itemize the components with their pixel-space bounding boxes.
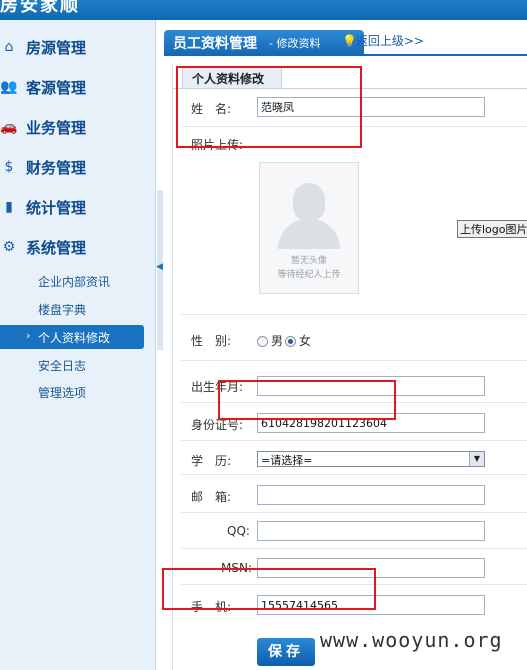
lightbulb-icon: 💡 [342, 34, 357, 48]
gender-female-radio[interactable] [285, 336, 296, 347]
sidebar-subitem-admin-options[interactable]: 管理选项 [0, 380, 144, 404]
education-select[interactable]: =请选择= ▼ [257, 451, 485, 467]
education-selected-value: =请选择= [261, 454, 313, 467]
sidebar: ⌂ 房源管理 👥 客源管理 🚗 业务管理 $ 财务管理 ▮ 统计管理 ⚙ 系统管… [0, 20, 156, 670]
users-icon: 👥 [0, 79, 18, 95]
sidebar-subitem-profile-edit[interactable]: › 个人资料修改 [0, 325, 144, 349]
sidebar-item-label: 统计管理 [26, 199, 87, 217]
house-icon: ⌂ [4, 39, 14, 55]
row-divider [181, 440, 527, 441]
row-divider [181, 548, 527, 549]
avatar-caption: 暂无头像 [290, 256, 327, 266]
sidebar-item-label: 房源管理 [26, 39, 87, 57]
chevron-down-icon: ▼ [469, 452, 484, 466]
email-label: 邮 箱: [191, 490, 232, 504]
gender-female-label: 女 [299, 334, 312, 348]
sidebar-subitem-news[interactable]: 企业内部资讯 [0, 269, 144, 293]
gender-male-radio[interactable] [257, 336, 268, 347]
highlight-name-box [176, 66, 362, 148]
highlight-mobile-box [162, 568, 376, 610]
sidebar-item-label: 客源管理 [26, 79, 87, 97]
chevron-right-icon: › [26, 329, 31, 342]
watermark: www.wooyun.org [320, 628, 503, 652]
top-banner: 房安家顺 [0, 0, 527, 20]
sidebar-item-finance[interactable]: $ 财务管理 [0, 155, 150, 179]
gender-label: 性 别: [191, 334, 232, 348]
upload-logo-button[interactable]: 上传logo图片 [457, 220, 527, 238]
qq-label: QQ: [227, 524, 250, 538]
page-title: 员工资料管理 [173, 36, 257, 52]
sidebar-item-label: 系统管理 [26, 239, 87, 257]
sidebar-subitem-label: 管理选项 [38, 386, 87, 400]
save-button[interactable]: 保存 [257, 638, 315, 666]
row-divider [181, 360, 527, 361]
sidebar-item-business[interactable]: 🚗 业务管理 [0, 115, 150, 139]
sidebar-item-property[interactable]: ⌂ 房源管理 [0, 35, 150, 59]
app-title: 房安家顺 [0, 0, 80, 16]
money-icon: $ [4, 159, 14, 175]
page-subtitle: - 修改资料 [269, 37, 321, 50]
sidebar-subitem-building-dictionary[interactable]: 楼盘字典 [0, 297, 144, 321]
collapse-arrow-icon: ◀ [156, 262, 163, 272]
sidebar-subitem-label: 企业内部资讯 [38, 275, 111, 289]
avatar-placeholder: 暂无头像 等待经纪人上传 [259, 162, 359, 294]
sidebar-subitem-label: 个人资料修改 [38, 331, 111, 345]
sidebar-item-label: 财务管理 [26, 159, 87, 177]
row-divider [181, 512, 527, 513]
gender-male-label: 男 [271, 334, 284, 348]
back-link-label: 返回上级>> [355, 34, 424, 48]
sidebar-subitem-security-log[interactable]: 安全日志 [0, 353, 144, 377]
avatar-body-shape [278, 219, 340, 249]
page-header-tab: 员工资料管理 - 修改资料 [164, 30, 364, 54]
sidebar-item-label: 业务管理 [26, 119, 87, 137]
sidebar-subitem-label: 楼盘字典 [38, 303, 87, 317]
row-divider [181, 314, 527, 315]
sidebar-item-clients[interactable]: 👥 客源管理 [0, 75, 150, 99]
gear-icon: ⚙ [2, 239, 16, 255]
email-field[interactable] [257, 485, 485, 505]
education-label: 学 历: [191, 454, 232, 468]
sidebar-item-system[interactable]: ⚙ 系统管理 [0, 235, 150, 259]
sidebar-collapse-handle[interactable]: ◀ [156, 190, 164, 350]
sidebar-item-stats[interactable]: ▮ 统计管理 [0, 195, 150, 219]
qq-field[interactable] [257, 521, 485, 541]
avatar-caption-sub: 等待经纪人上传 [277, 270, 341, 280]
sidebar-subitem-label: 安全日志 [38, 359, 87, 373]
car-icon: 🚗 [0, 119, 18, 135]
header-divider [164, 54, 527, 56]
avatar-head-shape [293, 183, 325, 221]
row-divider [181, 474, 527, 475]
highlight-id-box [218, 380, 396, 420]
back-link[interactable]: 💡 返回上级>> [342, 32, 424, 49]
chart-icon: ▮ [5, 199, 13, 215]
